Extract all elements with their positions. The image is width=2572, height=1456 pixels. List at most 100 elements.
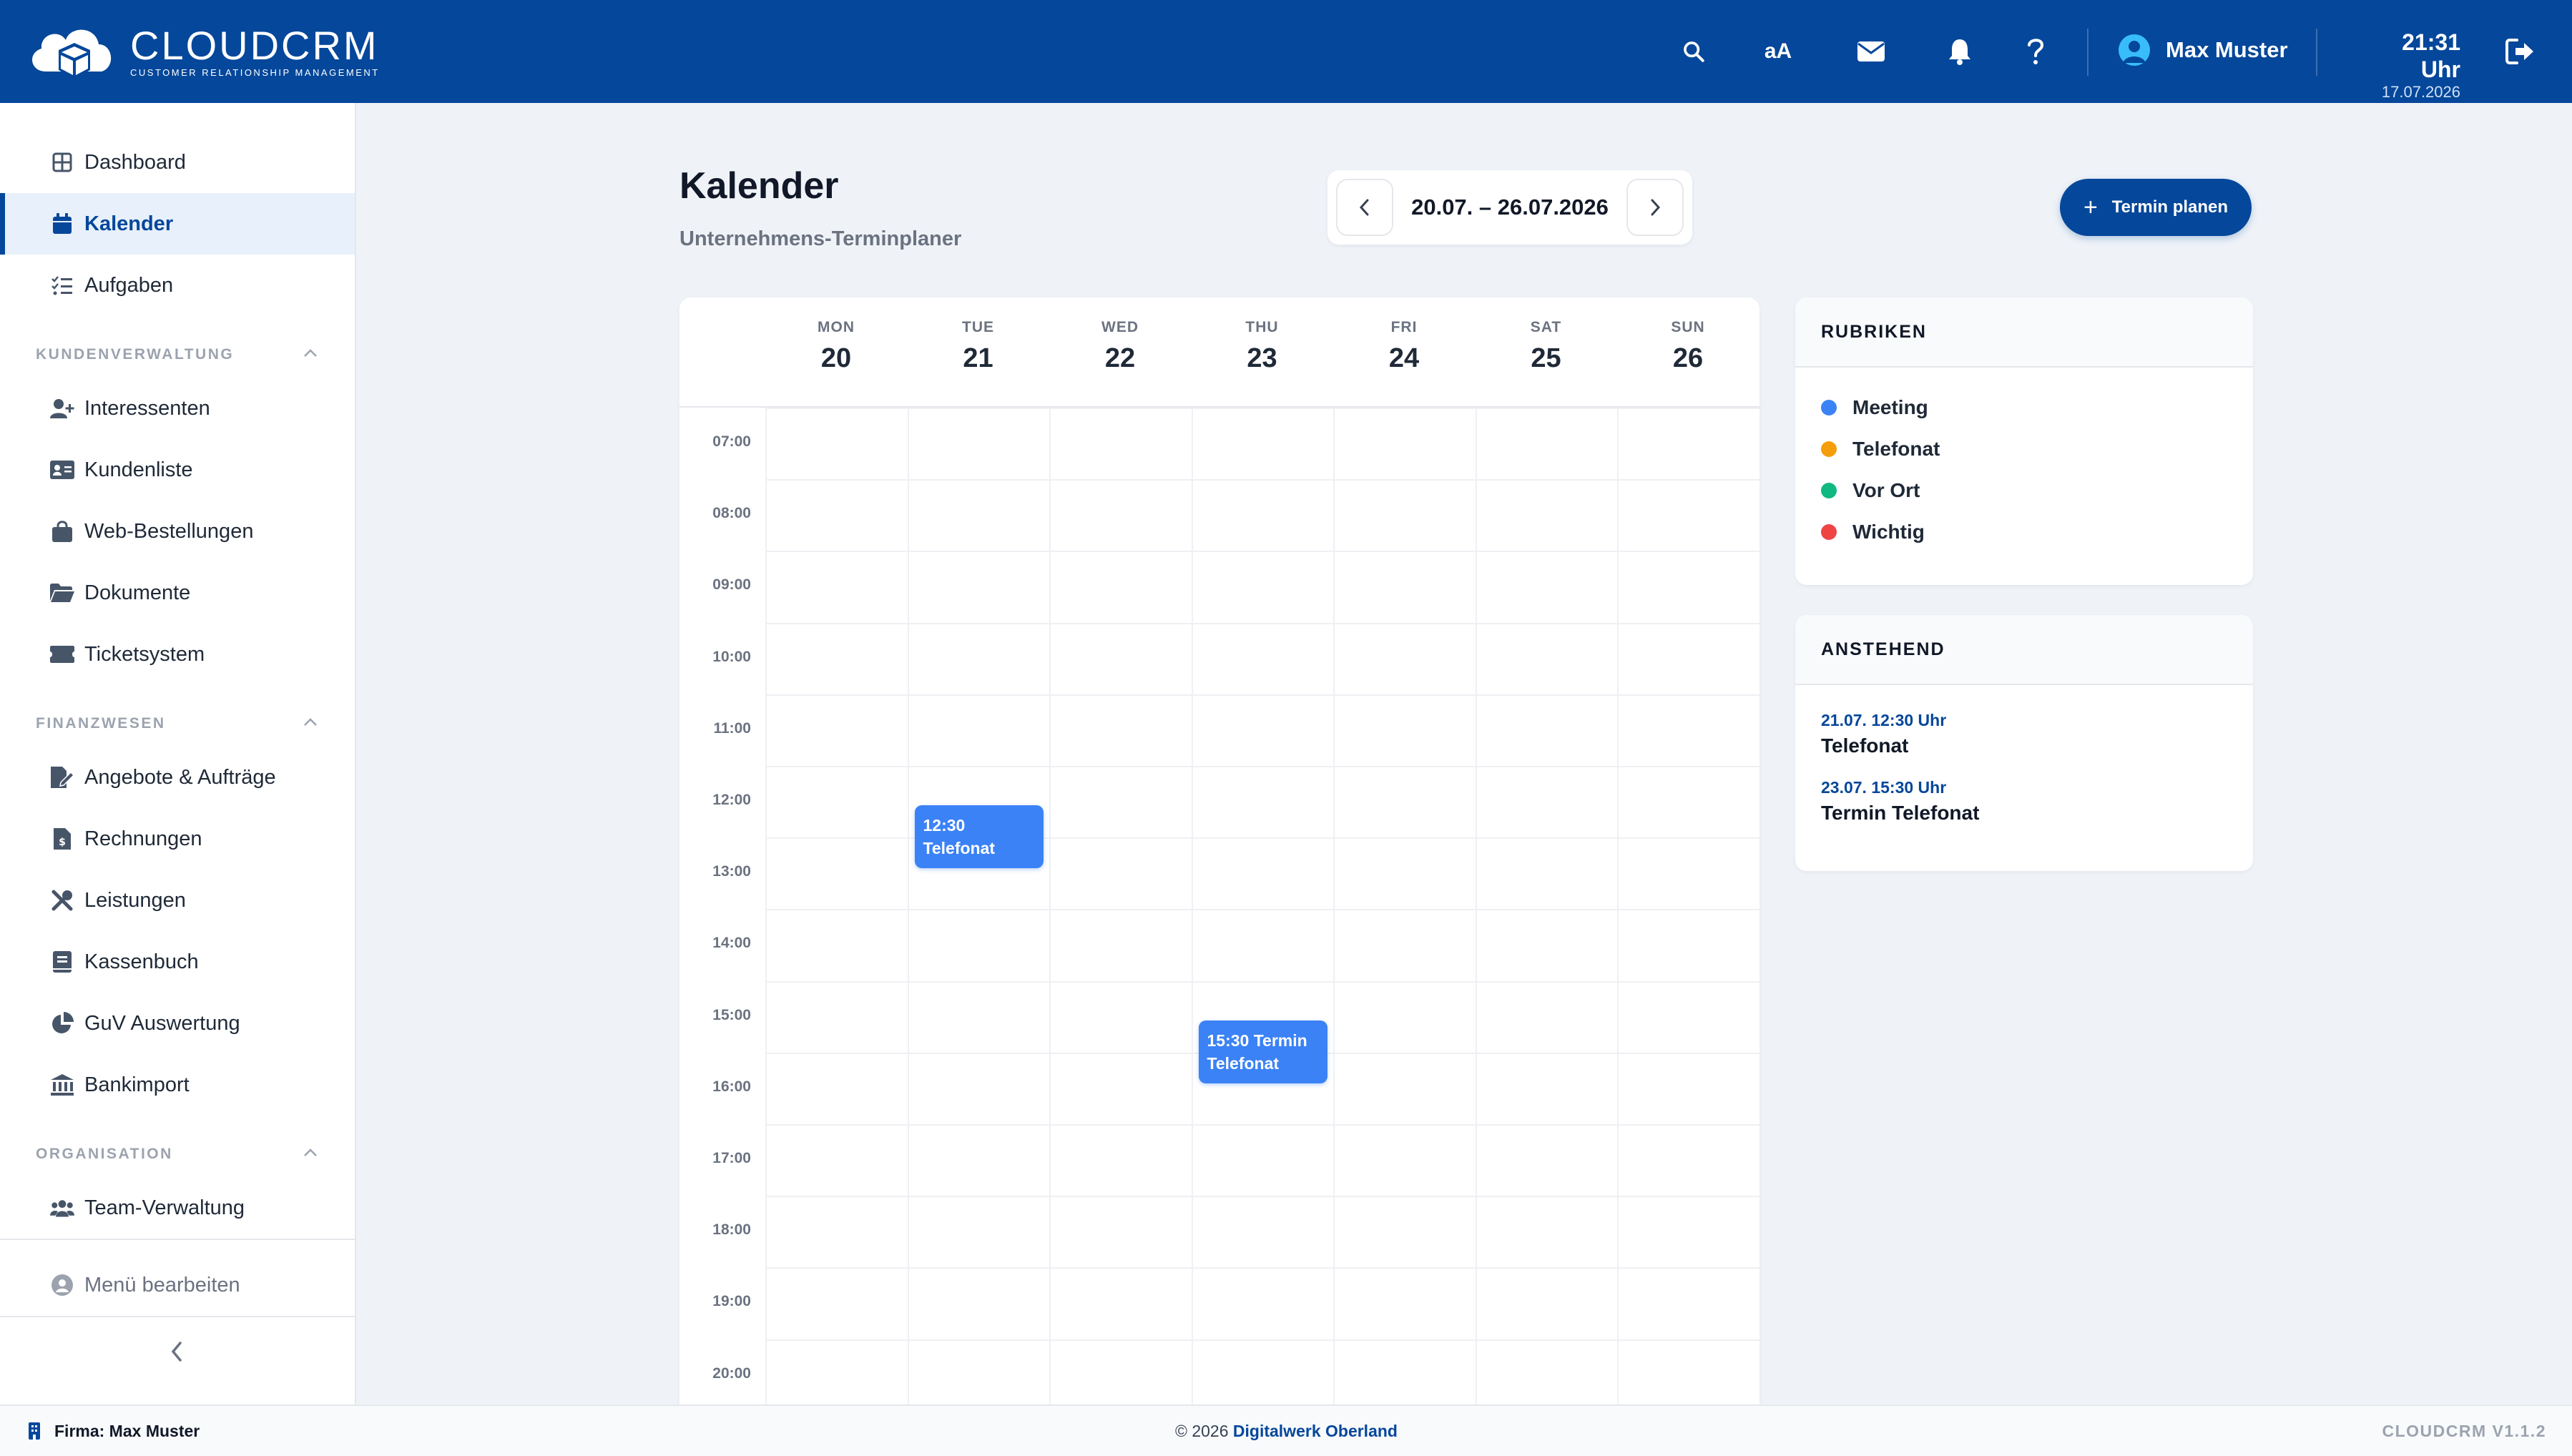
day-header-tue[interactable]: TUE 21	[908, 319, 1049, 374]
notifications-button[interactable]	[1940, 31, 1980, 72]
plan-appointment-button[interactable]: + Termin planen	[2060, 179, 2252, 236]
upcoming-item[interactable]: 23.07. 15:30 Uhr Termin Telefonat	[1821, 778, 1979, 825]
sidebar-item-label: Aufgaben	[84, 273, 174, 297]
time-label: 12:00	[712, 792, 751, 808]
edit-menu-label: Menü bearbeiten	[84, 1273, 240, 1297]
grid-icon	[50, 150, 74, 174]
sidebar-item-rechnungen[interactable]: $ Rechnungen	[0, 808, 355, 870]
time-label: 14:00	[712, 935, 751, 952]
sidebar-item-angebote[interactable]: Angebote & Aufträge	[0, 747, 355, 808]
header-divider	[2087, 29, 2088, 76]
sidebar-item-kalender[interactable]: Kalender	[0, 193, 355, 255]
calendar-event[interactable]: 15:30 Termin Telefonat	[1198, 1020, 1327, 1083]
bank-icon	[50, 1073, 74, 1097]
legend-item-wichtig: Wichtig	[1821, 521, 1925, 543]
grid-column-line	[1475, 408, 1477, 1405]
sidebar-item-web-bestellungen[interactable]: Web-Bestellungen	[0, 501, 355, 562]
calendar-day-header: MON 20 TUE 21 WED 22 THU 23 FRI 24 SAT 25 SUN 26	[679, 297, 1759, 408]
sidebar-item-label: Bankimport	[84, 1073, 190, 1096]
font-size-toggle[interactable]: aA	[1758, 31, 1798, 72]
user-circle-icon	[50, 1273, 74, 1297]
time-label: 09:00	[712, 576, 751, 594]
time-label: 08:00	[712, 505, 751, 522]
upcoming-title: Termin Telefonat	[1821, 802, 1980, 824]
copyright-company-link[interactable]: Digitalwerk Oberland	[1233, 1422, 1398, 1440]
calendar-event[interactable]: 12:30 Telefonat	[914, 805, 1044, 869]
copyright-prefix: © 2026	[1175, 1421, 1233, 1440]
legend-dot-icon	[1821, 400, 1837, 415]
previous-week-button[interactable]	[1336, 179, 1393, 236]
brand-title: CLOUDCRM	[130, 22, 379, 68]
id-card-icon	[50, 458, 74, 482]
section-label-organisation: ORGANISATION	[36, 1146, 173, 1162]
logout-icon	[2505, 39, 2533, 64]
legend-label: Meeting	[1852, 396, 1928, 418]
svg-text:$: $	[59, 837, 66, 848]
chevron-up-icon[interactable]	[300, 715, 320, 729]
search-button[interactable]	[1674, 31, 1714, 72]
messages-button[interactable]	[1851, 31, 1891, 72]
sidebar-item-bankimport[interactable]: Bankimport	[0, 1054, 355, 1116]
grid-row-line	[765, 408, 1759, 409]
user-avatar-icon	[2119, 34, 2150, 66]
sidebar-item-kundenliste[interactable]: Kundenliste	[0, 439, 355, 501]
upcoming-item[interactable]: 21.07. 12:30 Uhr Telefonat	[1821, 711, 1946, 757]
folder-icon	[50, 581, 74, 605]
clock: 21:31 Uhr 17.07.2026	[2360, 29, 2460, 102]
users-icon	[50, 1196, 74, 1220]
day-header-fri[interactable]: FRI 24	[1333, 319, 1475, 374]
chevron-up-icon[interactable]	[300, 346, 320, 360]
sidebar-item-label: Dokumente	[84, 581, 191, 604]
shopping-bag-icon	[50, 519, 74, 543]
sidebar-item-interessenten[interactable]: Interessenten	[0, 378, 355, 439]
sidebar-item-aufgaben[interactable]: Aufgaben	[0, 255, 355, 316]
sidebar-item-leistungen[interactable]: Leistungen	[0, 870, 355, 931]
next-week-button[interactable]	[1626, 179, 1684, 236]
upcoming-title: Telefonat	[1821, 734, 1909, 757]
collapse-sidebar-chevron-left-icon[interactable]	[163, 1337, 192, 1366]
sidebar-item-kassenbuch[interactable]: Kassenbuch	[0, 931, 355, 993]
grid-column-line	[907, 408, 909, 1405]
rubriken-title: RUBRIKEN	[1795, 297, 2253, 368]
sidebar-item-ticketsystem[interactable]: Ticketsystem	[0, 624, 355, 685]
header-divider	[2316, 29, 2317, 76]
plus-icon: +	[2083, 193, 2098, 221]
anstehend-card: ANSTEHEND 21.07. 12:30 Uhr Telefonat 23.07…	[1795, 615, 2253, 871]
page-subtitle: Unternehmens-Terminplaner	[679, 227, 962, 250]
sidebar-item-dokumente[interactable]: Dokumente	[0, 562, 355, 624]
day-header-sun[interactable]: SUN 26	[1617, 319, 1759, 374]
legend-label: Wichtig	[1852, 521, 1925, 543]
clock-time: 21:31 Uhr	[2402, 29, 2460, 82]
grid-row-line	[765, 694, 1759, 696]
day-header-mon[interactable]: MON 20	[765, 319, 907, 374]
help-button[interactable]	[2016, 31, 2056, 72]
chevron-up-icon[interactable]	[300, 1146, 320, 1160]
day-name: WED	[1101, 319, 1139, 335]
day-header-sat[interactable]: SAT 25	[1476, 319, 1617, 374]
user-menu[interactable]: Max Muster	[2119, 34, 2288, 66]
grid-column-line	[1049, 408, 1051, 1405]
event-line-1: 15:30 Termin	[1207, 1030, 1307, 1050]
sidebar-item-team-verwaltung[interactable]: Team-Verwaltung	[0, 1177, 355, 1239]
top-header: CLOUDCRM CUSTOMER RELATIONSHIP MANAGEMEN…	[0, 0, 2572, 103]
event-line-1: 12:30	[923, 816, 966, 835]
legend-label: Vor Ort	[1852, 479, 1920, 501]
day-header-wed[interactable]: WED 22	[1049, 319, 1191, 374]
edit-menu-button[interactable]: Menü bearbeiten	[0, 1254, 355, 1316]
sidebar-divider	[0, 1316, 355, 1317]
footer-company-label: Firma: Max Muster	[54, 1421, 200, 1440]
file-signature-icon	[50, 765, 74, 790]
grid-row-line	[765, 551, 1759, 553]
day-header-thu[interactable]: THU 23	[1192, 319, 1333, 374]
time-label: 16:00	[712, 1078, 751, 1095]
week-navigator: 20.07. – 26.07.2026	[1327, 170, 1692, 245]
sidebar-item-label: Rechnungen	[84, 827, 202, 850]
user-plus-icon	[50, 396, 74, 420]
sidebar-item-dashboard[interactable]: Dashboard	[0, 132, 355, 193]
brand-logo[interactable]: CLOUDCRM CUSTOMER RELATIONSHIP MANAGEMEN…	[24, 16, 380, 87]
logout-button[interactable]	[2500, 31, 2541, 72]
day-number: 21	[963, 343, 993, 373]
sidebar-item-guv[interactable]: GuV Auswertung	[0, 993, 355, 1054]
cloud-cube-logo-icon	[32, 29, 112, 79]
grid-row-line	[765, 1196, 1759, 1198]
